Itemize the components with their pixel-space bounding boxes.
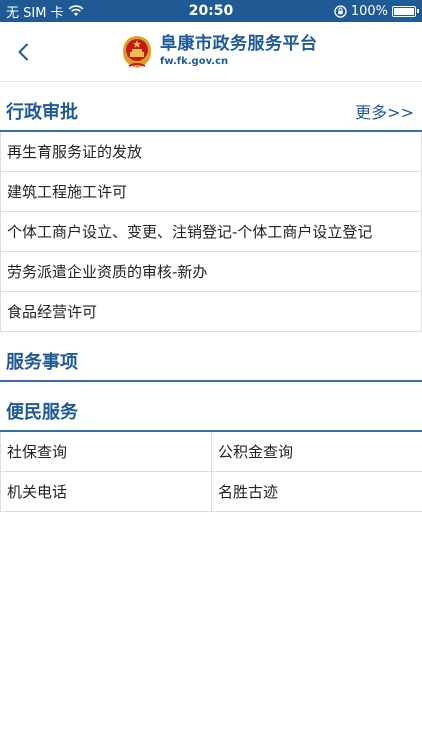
list-item[interactable]: 再生育服务证的发放: [1, 132, 421, 172]
more-link[interactable]: 更多>>: [355, 99, 414, 123]
orientation-lock-icon: [334, 4, 347, 18]
list-item[interactable]: 食品经营许可: [1, 292, 421, 332]
section-title-approval: 行政审批: [6, 102, 78, 123]
status-bar: 无 SIM 卡 20:50 100%: [0, 0, 422, 22]
section-title-services[interactable]: 服务事项: [6, 348, 78, 374]
battery-percent: 100%: [350, 3, 388, 19]
section-header-approval: 行政审批 更多>>: [0, 92, 422, 132]
brand-url: fw.fk.gov.cn: [160, 55, 229, 67]
status-left: 无 SIM 卡: [6, 2, 84, 21]
list-item[interactable]: 个体工商户设立、变更、注销登记-个体工商户设立登记: [1, 212, 421, 252]
section-header-services: 服务事项: [0, 342, 422, 382]
battery-icon: [392, 5, 419, 17]
list-item[interactable]: 劳务派遣企业资质的审核-新办: [1, 252, 421, 292]
grid-item-agency-phone[interactable]: 机关电话: [1, 472, 212, 512]
list-item[interactable]: 建筑工程施工许可: [1, 172, 421, 212]
approval-list: 再生育服务证的发放 建筑工程施工许可 个体工商户设立、变更、注销登记-个体工商户…: [0, 132, 422, 332]
battery-fill: [394, 7, 414, 15]
carrier-label: 无 SIM 卡: [6, 5, 64, 21]
brand-title: 阜康市政务服务平台: [160, 33, 318, 54]
section-title-convenience: 便民服务: [6, 402, 78, 423]
wifi-icon: [68, 5, 83, 16]
national-emblem-icon: [123, 36, 151, 68]
brand: 阜康市政务服务平台 fw.fk.gov.cn: [120, 32, 318, 70]
status-right: 100%: [334, 3, 419, 19]
chevron-left-icon: [18, 43, 28, 60]
convenience-grid: 社保查询 公积金查询 机关电话 名胜古迹: [0, 432, 422, 512]
brand-text: 阜康市政务服务平台 fw.fk.gov.cn: [160, 33, 318, 67]
nav-bar: 阜康市政务服务平台 fw.fk.gov.cn: [0, 22, 422, 82]
section-header-convenience: 便民服务: [0, 392, 422, 432]
grid-item-housing-fund[interactable]: 公积金查询: [212, 432, 422, 472]
grid-item-scenic-spots[interactable]: 名胜古迹: [212, 472, 422, 512]
back-button[interactable]: [0, 22, 46, 82]
grid-item-social-security[interactable]: 社保查询: [1, 432, 212, 472]
